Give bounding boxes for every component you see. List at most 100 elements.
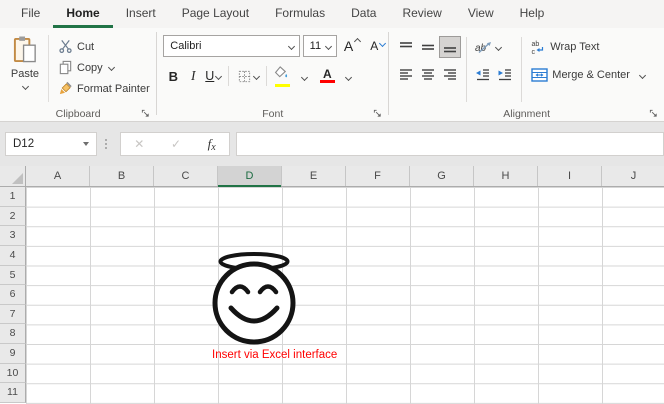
select-all-corner[interactable] [0, 166, 26, 187]
svg-text:c: c [532, 49, 536, 55]
cut-button[interactable]: Cut [53, 36, 154, 57]
col-header-e[interactable]: E [282, 166, 346, 186]
enter-icon[interactable]: ✓ [171, 137, 181, 151]
row-header[interactable]: 1 [0, 187, 26, 207]
clipboard-dialog-launcher[interactable] [139, 107, 151, 119]
col-header-f[interactable]: F [346, 166, 410, 186]
row-header[interactable]: 7 [0, 305, 26, 325]
paste-button[interactable]: Paste [3, 33, 47, 104]
tab-file[interactable]: File [8, 1, 53, 28]
tab-formulas[interactable]: Formulas [262, 1, 338, 28]
formula-input[interactable] [236, 132, 664, 156]
tab-review[interactable]: Review [389, 1, 454, 28]
tab-help[interactable]: Help [507, 1, 558, 28]
row-header[interactable]: 4 [0, 246, 26, 266]
font-name-value: Calibri [170, 40, 201, 52]
font-dialog-launcher[interactable] [371, 107, 383, 119]
wrap-text-label: Wrap Text [550, 41, 599, 53]
name-box-dropdown-icon [83, 142, 89, 146]
formula-bar: D12 ✕ ✓ fx [0, 122, 664, 166]
chevron-down-icon [345, 73, 352, 80]
insert-function-button[interactable]: fx [208, 136, 216, 153]
font-color-button[interactable]: A [317, 64, 337, 88]
font-size-combo[interactable]: 11 [303, 35, 337, 57]
bottom-align-button[interactable] [439, 36, 461, 58]
divider [466, 37, 467, 102]
format-painter-button[interactable]: Format Painter [53, 78, 154, 99]
bold-button[interactable]: B [163, 64, 183, 88]
group-font: Calibri 11 A A B I [157, 28, 388, 122]
row-header[interactable]: 5 [0, 266, 26, 286]
font-name-combo[interactable]: Calibri [163, 35, 299, 57]
caret-down-icon [379, 40, 386, 47]
row-header[interactable]: 3 [0, 226, 26, 246]
tab-insert[interactable]: Insert [113, 1, 169, 28]
alignment-dialog-launcher[interactable] [647, 107, 659, 119]
increase-indent-icon [497, 67, 513, 83]
cell-grid[interactable]: Insert via Excel interface [26, 187, 664, 404]
orientation-button[interactable]: ab [472, 36, 502, 58]
col-header-j[interactable]: J [602, 166, 664, 186]
divider [521, 37, 522, 102]
row-headers: 1 2 3 4 5 6 7 8 9 10 11 [0, 187, 26, 404]
row-header[interactable]: 11 [0, 383, 26, 403]
align-right-icon [442, 67, 458, 83]
col-header-c[interactable]: C [154, 166, 218, 186]
middle-align-button[interactable] [417, 36, 439, 58]
ribbon: Paste Cut [0, 28, 664, 122]
row-header[interactable]: 6 [0, 285, 26, 305]
paste-dropdown-chevron-icon [21, 83, 28, 90]
cell-annotation-text[interactable]: Insert via Excel interface [212, 349, 337, 361]
col-header-b[interactable]: B [90, 166, 154, 186]
font-size-value: 11 [310, 40, 321, 52]
col-header-a[interactable]: A [26, 166, 90, 186]
col-header-g[interactable]: G [410, 166, 474, 186]
smiley-with-halo-image[interactable] [207, 246, 299, 350]
fill-color-swatch [275, 84, 290, 88]
font-color-letter: A [323, 69, 332, 79]
align-right-button[interactable] [439, 64, 461, 86]
underline-button[interactable]: U [203, 64, 223, 88]
name-box[interactable]: D12 [5, 132, 97, 156]
bold-label: B [169, 69, 178, 84]
tab-home[interactable]: Home [53, 1, 112, 28]
copy-button[interactable]: Copy [53, 57, 154, 78]
bottom-align-icon [442, 39, 458, 55]
row-header[interactable]: 9 [0, 344, 26, 364]
decrease-font-size-button[interactable]: A [367, 38, 388, 54]
align-left-button[interactable] [395, 64, 417, 86]
increase-font-size-button[interactable]: A [341, 37, 363, 55]
format-painter-label: Format Painter [77, 83, 150, 95]
font-color-chevron[interactable] [337, 64, 357, 88]
wrap-text-icon: ab c [530, 39, 546, 55]
copy-label: Copy [77, 62, 103, 74]
align-center-button[interactable] [417, 64, 439, 86]
col-header-h[interactable]: H [474, 166, 538, 186]
tab-page-layout[interactable]: Page Layout [169, 1, 262, 28]
top-align-button[interactable] [395, 36, 417, 58]
fill-color-chevron[interactable] [293, 64, 313, 88]
cancel-icon[interactable]: ✕ [134, 137, 144, 151]
borders-chevron-icon [253, 72, 260, 79]
name-box-value: D12 [6, 138, 83, 150]
row-header[interactable]: 10 [0, 364, 26, 384]
wrap-text-button[interactable]: ab c Wrap Text [530, 35, 645, 59]
tab-view[interactable]: View [455, 1, 507, 28]
merge-center-button[interactable]: Merge & Center [530, 63, 645, 87]
alignment-group-label: Alignment [389, 108, 664, 120]
decrease-indent-button[interactable] [472, 64, 494, 86]
tab-data[interactable]: Data [338, 1, 389, 28]
grow-font-letter: A [344, 38, 353, 54]
increase-indent-button[interactable] [494, 64, 516, 86]
divider [48, 35, 49, 102]
italic-button[interactable]: I [183, 64, 203, 88]
row-header[interactable]: 2 [0, 207, 26, 227]
formula-bar-splitter[interactable] [97, 139, 114, 149]
row-header[interactable]: 8 [0, 324, 26, 344]
col-header-d-selected[interactable]: D [218, 166, 282, 186]
group-alignment: ab [389, 28, 664, 122]
col-header-i[interactable]: I [538, 166, 602, 186]
borders-button[interactable] [234, 64, 261, 88]
caret-up-icon [354, 38, 361, 45]
fill-color-button[interactable] [272, 64, 293, 88]
